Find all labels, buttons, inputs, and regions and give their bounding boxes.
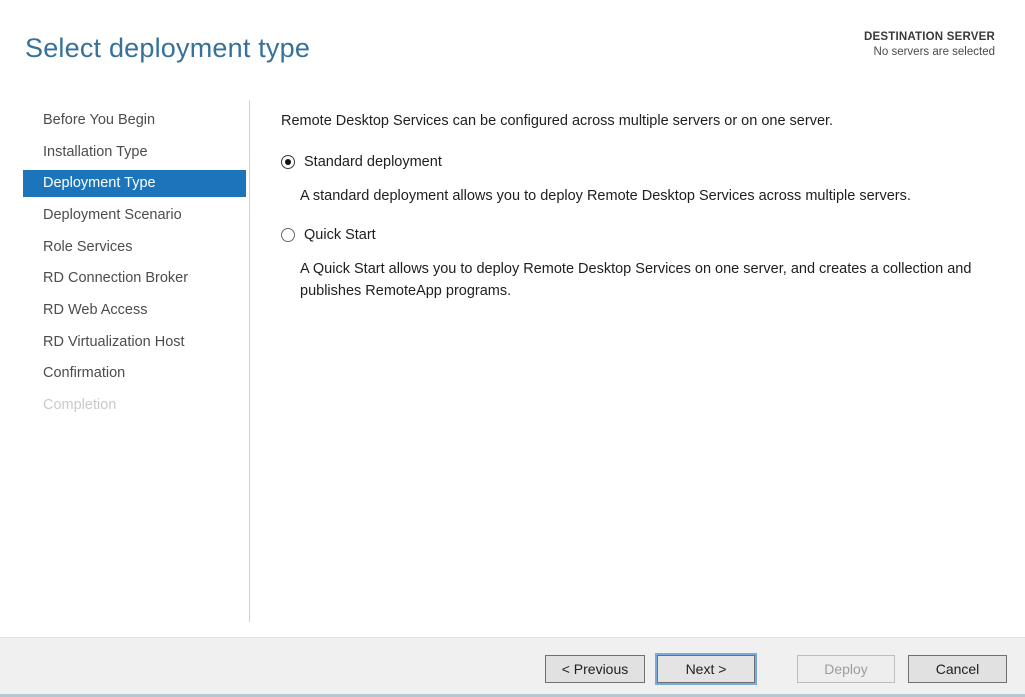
intro-text: Remote Desktop Services can be configure… — [281, 113, 834, 129]
wizard-footer: < Previous Next > Deploy Cancel — [0, 637, 1025, 697]
page-title: Select deployment type — [25, 33, 311, 63]
radio-unselected-icon[interactable] — [281, 228, 295, 242]
previous-button[interactable]: < Previous — [545, 655, 645, 683]
destination-server-label: DESTINATION SERVER — [864, 31, 995, 43]
cancel-button[interactable]: Cancel — [908, 655, 1007, 683]
standard-deployment-label[interactable]: Standard deployment — [304, 154, 442, 170]
next-button[interactable]: Next > — [657, 655, 755, 683]
quick-start-option[interactable]: Quick Start — [281, 227, 376, 243]
quick-start-label[interactable]: Quick Start — [304, 227, 376, 243]
sidebar-item-confirmation[interactable]: Confirmation — [23, 358, 246, 390]
wizard-dialog: Select deployment type DESTINATION SERVE… — [0, 0, 1025, 697]
sidebar-item-deployment-scenario[interactable]: Deployment Scenario — [23, 199, 246, 231]
destination-server-value: No servers are selected — [873, 46, 995, 58]
destination-server-block: DESTINATION SERVER No servers are select… — [864, 31, 995, 58]
sidebar-item-deployment-type[interactable]: Deployment Type — [23, 169, 246, 197]
sidebar-item-before-you-begin[interactable]: Before You Begin — [23, 104, 246, 136]
sidebar-item-completion: Completion — [43, 397, 117, 414]
sidebar-item-rd-web-access[interactable]: RD Web Access — [23, 294, 246, 326]
standard-deployment-option[interactable]: Standard deployment — [281, 154, 442, 170]
wizard-steps-sidebar: Before You Begin Installation Type Deplo… — [23, 104, 246, 421]
quick-start-description: A Quick Start allows you to deploy Remot… — [300, 261, 972, 299]
standard-deployment-description: A standard deployment allows you to depl… — [300, 188, 911, 204]
radio-selected-icon[interactable] — [281, 155, 295, 169]
deploy-button: Deploy — [797, 655, 895, 683]
sidebar-item-rd-virtualization-host[interactable]: RD Virtualization Host — [23, 326, 246, 358]
sidebar-divider — [249, 100, 250, 622]
sidebar-item-rd-connection-broker[interactable]: RD Connection Broker — [23, 262, 246, 294]
sidebar-item-role-services[interactable]: Role Services — [23, 231, 246, 263]
sidebar-item-installation-type[interactable]: Installation Type — [23, 136, 246, 168]
